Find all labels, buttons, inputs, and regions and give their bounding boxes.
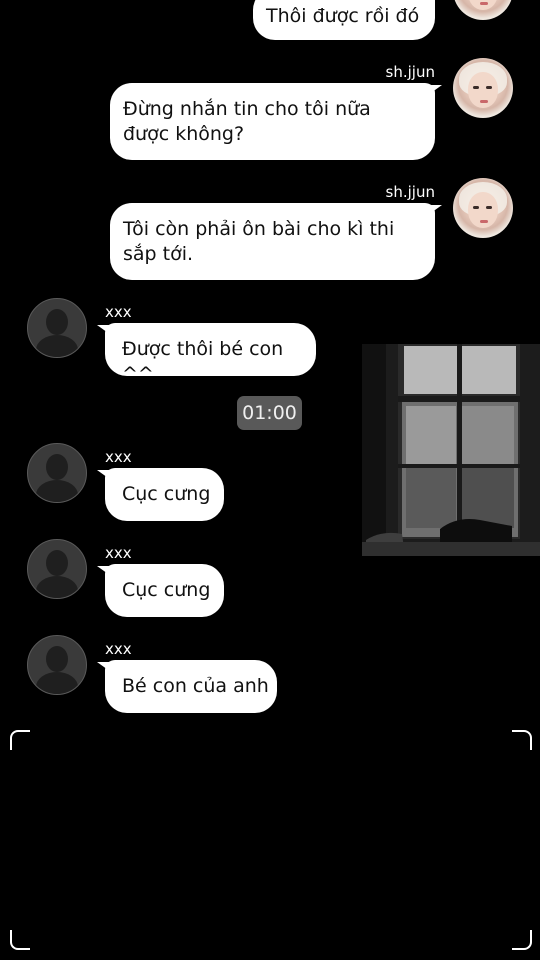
message-text: Cục cưng — [122, 483, 211, 505]
corner-bottom-right — [512, 930, 532, 950]
sender-name: xxx — [105, 303, 132, 321]
sender-name: xxx — [105, 640, 132, 658]
contact-avatar[interactable] — [27, 539, 87, 599]
contact-avatar[interactable] — [27, 635, 87, 695]
contact-avatar[interactable] — [27, 443, 87, 503]
bubble-tail — [428, 85, 442, 95]
message-bubble-self[interactable]: Đừng nhắn tin cho tôi nữa được không? — [110, 83, 435, 160]
message-bubble-self[interactable]: Tôi còn phải ôn bài cho kì thi sắp tới. — [110, 203, 435, 280]
self-avatar[interactable] — [453, 0, 513, 20]
corner-top-left — [10, 730, 30, 750]
bubble-tail — [97, 662, 111, 672]
contact-avatar[interactable] — [27, 298, 87, 358]
bubble-tail — [97, 325, 111, 335]
message-text: Được thôi bé con ^^ — [122, 338, 284, 385]
self-avatar[interactable] — [453, 178, 513, 238]
message-text: Thôi được rồi đó — [266, 5, 420, 27]
window-photo — [362, 344, 540, 556]
message-bubble-contact[interactable]: Cục cưng — [105, 468, 224, 521]
message-text: Cục cưng — [122, 579, 211, 601]
sender-name: sh.jjun — [385, 63, 435, 81]
bubble-tail — [97, 470, 111, 480]
timestamp-chip: 01:00 — [237, 396, 302, 430]
self-avatar[interactable] — [453, 58, 513, 118]
corner-bottom-left — [10, 930, 30, 950]
bubble-tail — [428, 205, 442, 215]
sender-name: xxx — [105, 448, 132, 466]
message-bubble-contact[interactable]: Bé con của anh — [105, 660, 277, 713]
message-text: Tôi còn phải ôn bài cho kì thi sắp tới. — [123, 218, 395, 265]
corner-top-right — [512, 730, 532, 750]
message-bubble-contact[interactable]: Cục cưng — [105, 564, 224, 617]
message-bubble-self[interactable]: Thôi được rồi đó — [253, 0, 435, 40]
message-text: Đừng nhắn tin cho tôi nữa được không? — [123, 98, 371, 145]
bubble-tail — [97, 566, 111, 576]
sender-name: sh.jjun — [385, 183, 435, 201]
sender-name: xxx — [105, 544, 132, 562]
message-bubble-contact[interactable]: Được thôi bé con ^^ — [105, 323, 316, 385]
message-text: Bé con của anh — [122, 675, 269, 697]
